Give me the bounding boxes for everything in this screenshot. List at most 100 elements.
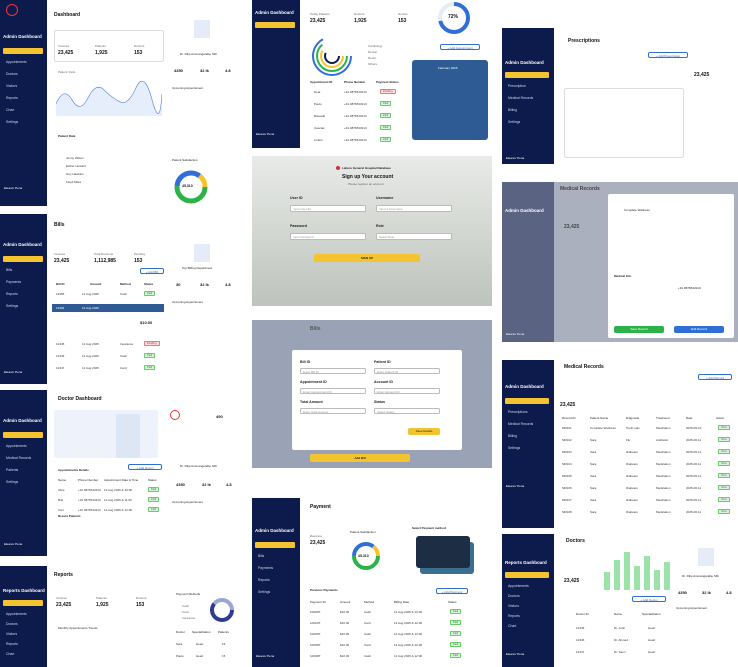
password-input[interactable]: Input Password <box>290 233 366 240</box>
add-record-button[interactable]: + Add Record <box>698 374 732 380</box>
view-button[interactable]: View <box>718 437 730 442</box>
credit-card[interactable] <box>416 536 470 568</box>
sidebar-item-dashboard[interactable] <box>255 22 295 28</box>
save-record-button[interactable]: Save Record <box>614 326 664 333</box>
calendar[interactable] <box>412 60 488 140</box>
table-cell: Paulo <box>176 654 184 658</box>
table-cell: $10.00 <box>340 654 350 658</box>
stat-value: 1,112,985 <box>94 258 116 264</box>
sidebar-item[interactable]: Patients <box>6 468 18 472</box>
sidebar-item[interactable]: Medical Records <box>6 456 31 460</box>
add-bill-button[interactable]: Add Bill <box>310 454 410 462</box>
view-button[interactable]: View <box>718 461 730 466</box>
sidebar-item[interactable]: Visitors <box>6 84 17 88</box>
section-title: Previous Payments <box>310 588 338 592</box>
sidebar-item[interactable]: Medical Records <box>508 422 533 426</box>
status-badge: Paid <box>450 620 462 625</box>
expanded-row[interactable] <box>52 304 164 312</box>
sidebar-item[interactable]: Settings <box>6 120 18 124</box>
sidebar-item-active[interactable] <box>3 256 43 262</box>
view-button[interactable]: View <box>718 449 730 454</box>
add-prescription-button[interactable]: + Add Prescription <box>648 52 688 58</box>
patient-id-input[interactable]: Enter Patient ID <box>374 368 440 374</box>
sidebar-item[interactable]: Reports <box>6 292 18 296</box>
add-payment-button[interactable]: + Add Payment <box>436 588 468 594</box>
sidebar-item[interactable]: Prescriptions <box>508 410 528 414</box>
sidebar-item[interactable]: Visitors <box>508 604 519 608</box>
sidebar-item[interactable]: Appointments <box>6 60 27 64</box>
sidebar-item[interactable]: Doctors <box>6 72 18 76</box>
sidebar-item[interactable]: Settings <box>508 446 520 450</box>
sidebar-item[interactable]: Settings <box>6 480 18 484</box>
view-button[interactable]: View <box>718 485 730 490</box>
total-amount-input[interactable]: Enter Total Amount <box>300 408 366 414</box>
sidebar-item[interactable]: Reports <box>6 96 18 100</box>
sidebar-item-active[interactable] <box>3 600 43 606</box>
status-badge: Paid <box>144 365 156 370</box>
sidebar-item-active[interactable] <box>255 542 295 548</box>
doctor-stat: 4.8 <box>225 68 231 73</box>
user-id-input[interactable]: Input User ID <box>290 205 366 212</box>
edit-record-button[interactable]: Edit Record <box>674 326 724 333</box>
view-button[interactable]: View <box>718 497 730 502</box>
account-id-input[interactable]: Enter Account ID <box>374 388 440 394</box>
bill-id-input[interactable]: Enter Bill ID <box>300 368 366 374</box>
sidebar-item[interactable]: Settings <box>258 590 270 594</box>
view-button[interactable]: View <box>718 473 730 478</box>
column-header: Specialization <box>642 612 661 616</box>
sidebar-item[interactable]: Medical Records <box>508 96 533 100</box>
section-title: Upcoming Appointment <box>172 86 204 90</box>
sidebar-item[interactable]: Billing <box>508 108 517 112</box>
sidebar-item[interactable]: Reports <box>6 642 18 646</box>
sidebar-item[interactable]: Reports <box>258 578 270 582</box>
add-doctor-button[interactable]: + Add Doctor <box>632 596 666 602</box>
sidebar-item-active[interactable] <box>3 432 43 438</box>
save-details-button[interactable]: Save Details <box>408 428 440 435</box>
sidebar-item[interactable]: Reports <box>508 614 520 618</box>
role-select[interactable]: Select Role <box>376 233 452 240</box>
sidebar-item[interactable]: Settings <box>6 304 18 308</box>
sidebar-item[interactable]: Appointments <box>6 444 27 448</box>
status-select[interactable]: Select Status <box>374 408 440 414</box>
sidebar-item[interactable]: Settings <box>508 120 520 124</box>
sidebar-item[interactable]: Billing <box>508 434 517 438</box>
panel-prescriptions: Admin Dashboard Prescription Medical Rec… <box>502 28 738 164</box>
sidebar-item[interactable]: Prescription <box>508 84 526 88</box>
add-doctor-button[interactable]: + Add Doctor <box>128 464 162 470</box>
sidebar-item[interactable]: Bills <box>258 554 264 558</box>
user-name: Eleanor Pena <box>506 332 525 336</box>
sidebar-item[interactable]: Bills <box>6 268 12 272</box>
sidebar-item[interactable]: Chart <box>6 652 14 656</box>
table-cell: 12347 <box>576 650 585 654</box>
user-name: Eleanor Pena <box>256 132 275 136</box>
username-input[interactable]: Input A Username <box>376 205 452 212</box>
sidebar-item[interactable]: Appointments <box>508 584 529 588</box>
sidebar-item-active[interactable] <box>505 398 549 404</box>
appointment-id-input[interactable]: Enter Appointment ID <box>300 388 366 394</box>
status-badge: Paid <box>148 487 160 492</box>
sidebar-item[interactable]: Chart <box>508 624 516 628</box>
add-appointment-button[interactable]: + Add Appointment <box>440 44 480 50</box>
table-cell: Diabetes <box>626 450 638 454</box>
view-button[interactable]: View <box>718 425 730 430</box>
sidebar-item-active[interactable] <box>505 72 549 78</box>
sidebar-item[interactable]: Chart <box>6 108 14 112</box>
sidebar-item-active[interactable] <box>505 572 549 578</box>
sidebar-item-dashboard[interactable] <box>3 48 43 54</box>
panel-doctor-dashboard: Admin Dashboard Appointments Medical Rec… <box>0 390 240 556</box>
sidebar-item[interactable]: Payments <box>258 566 273 570</box>
view-button[interactable]: View <box>718 509 730 514</box>
column-header: Specialization <box>192 630 211 634</box>
sidebar-item[interactable]: Doctors <box>6 622 18 626</box>
sidebar-item[interactable]: Doctors <box>508 594 520 598</box>
sidebar: Admin Dashboard Bills Payments Reports S… <box>0 214 47 384</box>
add-bill-button[interactable]: + Add Bill <box>140 268 164 274</box>
table-cell: Bob <box>58 498 64 502</box>
sidebar-item[interactable]: Payments <box>6 280 21 284</box>
signup-button[interactable]: SIGN UP <box>314 254 420 262</box>
table-cell: Medication <box>656 510 671 514</box>
sidebar-item[interactable]: Appointments <box>6 612 27 616</box>
sidebar-item[interactable]: Visitors <box>6 632 17 636</box>
sidebar-title: Admin Dashboard <box>255 10 294 15</box>
stat-label: Patients <box>95 44 106 48</box>
